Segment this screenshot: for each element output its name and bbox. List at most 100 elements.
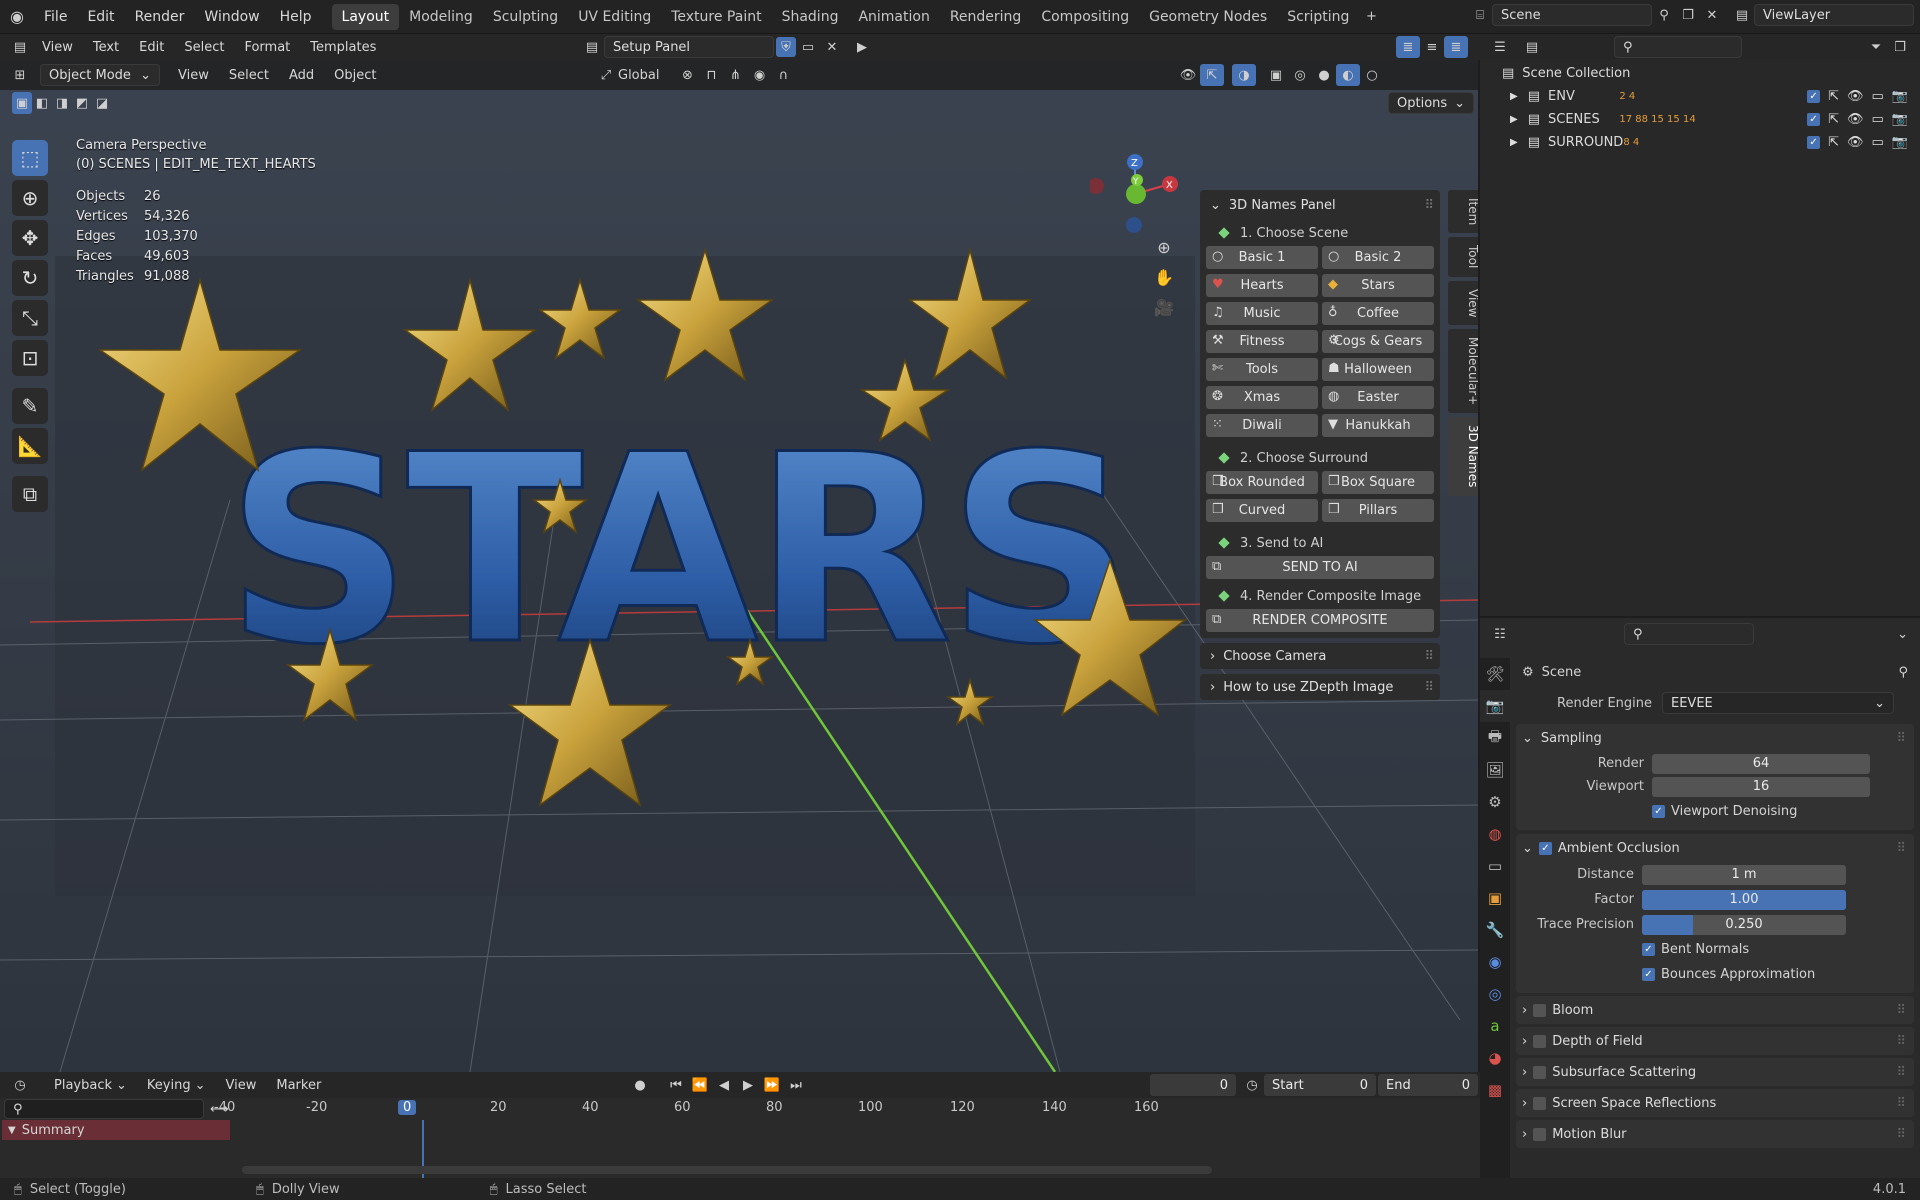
monitor-icon[interactable]: ▭ xyxy=(1872,112,1884,127)
display-mode-icon[interactable]: ▤ xyxy=(1520,36,1544,58)
modifier-tab-icon[interactable]: 🔧 xyxy=(1480,914,1510,946)
rotate-icon[interactable]: ↻ xyxy=(12,260,48,296)
select-arrow-icon[interactable]: ⇱ xyxy=(1828,135,1839,150)
move-icon[interactable]: ✥ xyxy=(12,220,48,256)
jump-end-icon[interactable]: ⏭ xyxy=(784,1074,808,1096)
tool-tab-icon[interactable]: 🛠 xyxy=(1480,658,1510,690)
outliner-search[interactable]: ⚲ xyxy=(1614,36,1742,58)
scene-button-diwali[interactable]: ⁙ Diwali xyxy=(1206,414,1318,437)
sampling-header[interactable]: ⌄ Sampling ⠿ xyxy=(1516,724,1914,752)
exclude-checkbox[interactable]: ✓ xyxy=(1807,136,1821,149)
output-tab-icon[interactable]: 🖶 xyxy=(1480,722,1510,754)
world-tab-icon[interactable]: ◍ xyxy=(1480,818,1510,850)
camera-view-icon[interactable]: 🎥 xyxy=(1152,296,1176,318)
physics-tab-icon[interactable]: ◎ xyxy=(1480,978,1510,1010)
editor-type-icon[interactable]: ▤ xyxy=(8,36,32,58)
viewport-menu-view[interactable]: View xyxy=(168,60,219,90)
drag-handle-icon[interactable]: ⠿ xyxy=(1896,1034,1906,1049)
select-arrow-icon[interactable]: ⇱ xyxy=(1828,89,1839,104)
drag-handle-icon[interactable]: ⠿ xyxy=(1424,649,1434,664)
next-keyframe-icon[interactable]: ⏩ xyxy=(760,1074,784,1096)
outliner-row-scenes[interactable]: ▶ ▤ SCENES 17 88 15 15 14 ✓ ⇱ 👁 ▭ 📷 xyxy=(1480,108,1920,131)
object-tab-icon[interactable]: ▣ xyxy=(1480,882,1510,914)
current-frame-field[interactable]: 0 xyxy=(1150,1074,1236,1096)
close-file-icon[interactable]: ✕ xyxy=(820,36,844,58)
timeline-menu-marker[interactable]: Marker xyxy=(266,1072,331,1098)
shield-icon[interactable]: ⛨ xyxy=(776,37,796,57)
transform-icon[interactable]: ⊡ xyxy=(12,340,48,376)
scene-button-hanukkah[interactable]: ▼ Hanukkah xyxy=(1322,414,1434,437)
text-menu-templates[interactable]: Templates xyxy=(300,34,386,60)
select-invert-icon[interactable]: ◩ xyxy=(72,92,92,114)
frame-ruler[interactable]: -40 -20 0 20 40 60 80 100 120 140 160 xyxy=(214,1098,1226,1120)
select-box-icon[interactable]: ⬚ xyxy=(12,140,48,176)
timeline-menu-view[interactable]: View xyxy=(216,1072,267,1098)
context-pin-icon[interactable]: ⚲ xyxy=(1898,665,1908,680)
ao-trace-slider[interactable]: 0.250 xyxy=(1642,914,1846,935)
add-cube-icon[interactable]: ⧉ xyxy=(12,476,48,512)
scene-button-stars[interactable]: ◆ Stars xyxy=(1322,274,1434,297)
texture-tab-icon[interactable]: ▩ xyxy=(1480,1074,1510,1106)
section-motion-blur[interactable]: › Motion Blur ⠿ xyxy=(1516,1120,1914,1148)
scene-button-cogs-gears[interactable]: ⚙ Cogs & Gears xyxy=(1322,330,1434,353)
monitor-icon[interactable]: ▭ xyxy=(1872,135,1884,150)
scene-button-hearts[interactable]: ♥ Hearts xyxy=(1206,274,1318,297)
summary-row[interactable]: ▼ Summary xyxy=(2,1120,230,1140)
3d-viewport[interactable]: STARS ⊞ Object Mode ⌄ View Select Add Object… xyxy=(0,60,1478,1072)
rendered-shading-icon[interactable]: ○ xyxy=(1360,64,1384,86)
tab-uv-editing[interactable]: UV Editing xyxy=(568,4,661,30)
drag-handle-icon[interactable]: ⠿ xyxy=(1896,1096,1906,1111)
section-checkbox[interactable] xyxy=(1533,1034,1547,1048)
ao-distance-field[interactable]: 1 m xyxy=(1642,864,1846,885)
timeline-menu-keying[interactable]: Keying ⌄ xyxy=(137,1072,216,1098)
section-checkbox[interactable] xyxy=(1533,1127,1547,1141)
tab-shading[interactable]: Shading xyxy=(772,4,849,30)
text-menu-view[interactable]: View xyxy=(32,34,83,60)
scene-button-basic-1[interactable]: ○ Basic 1 xyxy=(1206,246,1318,269)
menu-edit[interactable]: Edit xyxy=(77,0,124,34)
tab-animation[interactable]: Animation xyxy=(848,4,939,30)
outliner-editor-icon[interactable]: ☰ xyxy=(1488,36,1512,58)
properties-search[interactable]: ⚲ xyxy=(1624,623,1754,645)
sidebar-tab-3d-names[interactable]: 3D Names xyxy=(1448,417,1478,496)
tab-scripting[interactable]: Scripting xyxy=(1277,4,1359,30)
scene-button-halloween[interactable]: ☗ Halloween xyxy=(1322,358,1434,381)
timeline-editor-icon[interactable]: ◷ xyxy=(8,1074,32,1096)
sidebar-tab-view[interactable]: View xyxy=(1448,280,1478,326)
delete-scene-icon[interactable]: ✕ xyxy=(1700,4,1724,26)
drag-handle-icon[interactable]: ⠿ xyxy=(1896,1003,1906,1018)
new-scene-icon[interactable]: ❐ xyxy=(1676,4,1700,26)
expand-arrow-icon[interactable]: ▶ xyxy=(1510,137,1518,148)
falloff-icon[interactable]: ∩ xyxy=(771,64,795,86)
text-menu-text[interactable]: Text xyxy=(83,34,129,60)
drag-handle-icon[interactable]: ⠿ xyxy=(1424,680,1434,695)
sidebar-tab-item[interactable]: Item xyxy=(1448,190,1478,234)
render-camera-icon[interactable]: 📷 xyxy=(1892,89,1908,104)
tab-modeling[interactable]: Modeling xyxy=(399,4,483,30)
scene-button-coffee[interactable]: ♁ Coffee xyxy=(1322,302,1434,325)
drag-handle-icon[interactable]: ⠿ xyxy=(1896,1065,1906,1080)
tab-texture-paint[interactable]: Texture Paint xyxy=(661,4,771,30)
viewport-editor-icon[interactable]: ⊞ xyxy=(8,64,32,86)
panel-how-to-use-zdepth-image[interactable]: › How to use ZDepth Image ⠿ xyxy=(1200,674,1440,700)
surround-button-box-rounded[interactable]: ❒ Box Rounded xyxy=(1206,471,1318,494)
material-shading-icon[interactable]: ◐ xyxy=(1336,64,1360,86)
select-subtract-icon[interactable]: ◨ xyxy=(52,92,72,114)
timeline-menu-playback[interactable]: Playback ⌄ xyxy=(44,1072,137,1098)
measure-icon[interactable]: 📐 xyxy=(12,428,48,464)
section-screen-space-reflections[interactable]: › Screen Space Reflections ⠿ xyxy=(1516,1089,1914,1117)
surround-button-pillars[interactable]: ❒ Pillars xyxy=(1322,499,1434,522)
section-bloom[interactable]: › Bloom ⠿ xyxy=(1516,996,1914,1024)
section-subsurface-scattering[interactable]: › Subsurface Scattering ⠿ xyxy=(1516,1058,1914,1086)
viewport-menu-object[interactable]: Object xyxy=(324,60,386,90)
line-numbers-icon[interactable]: ≣ xyxy=(1396,36,1420,58)
surround-button-curved[interactable]: ❒ Curved xyxy=(1206,499,1318,522)
run-script-icon[interactable]: ▶ xyxy=(850,36,874,58)
collection-tab-icon[interactable]: ▭ xyxy=(1480,850,1510,882)
xray-icon[interactable]: ▣ xyxy=(1264,64,1288,86)
annotate-icon[interactable]: ✎ xyxy=(12,388,48,424)
scene-button-music[interactable]: ♫ Music xyxy=(1206,302,1318,325)
ao-header[interactable]: ⌄ ✓ Ambient Occlusion ⠿ xyxy=(1516,834,1914,862)
solid-shading-icon[interactable]: ● xyxy=(1312,64,1336,86)
section-depth-of-field[interactable]: › Depth of Field ⠿ xyxy=(1516,1027,1914,1055)
